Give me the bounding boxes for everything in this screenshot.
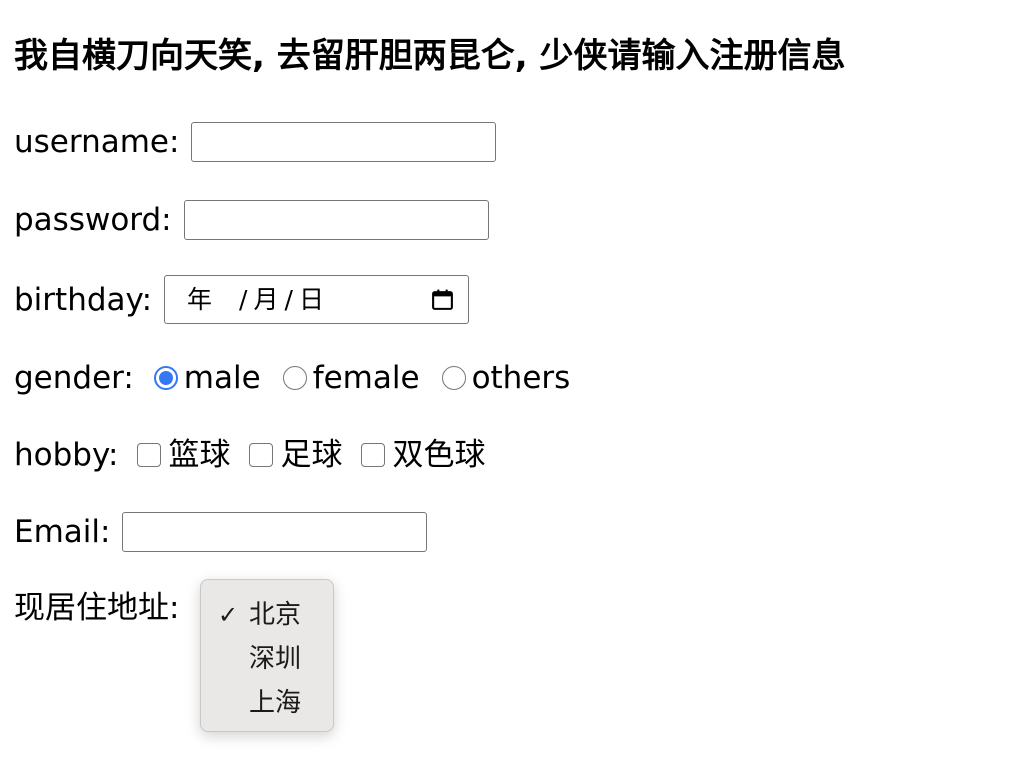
address-row: 现居住地址: [14,588,191,628]
email-label: Email: [14,514,111,550]
hobby-checkbox-lottery[interactable] [360,443,385,467]
registration-page: 我自横刀向天笑, 去留肝胆两昆仑, 少侠请输入注册信息 username: pa… [0,0,1014,762]
hobby-option-label: 篮球 [168,437,231,473]
calendar-icon[interactable] [430,287,455,312]
password-input[interactable] [183,200,489,240]
date-year-segment[interactable]: 年 [187,280,233,320]
address-option-beijing[interactable]: ✓ 北京 [201,593,333,637]
username-row: username: [14,122,497,162]
password-row: password: [14,200,489,240]
username-label: username: [14,124,180,160]
email-input[interactable] [122,512,428,552]
birthday-date-input[interactable]: 年 / 月 / 日 [164,275,470,324]
address-option-shanghai[interactable]: 上海 [201,681,333,725]
page-title: 我自横刀向天笑, 去留肝胆两昆仑, 少侠请输入注册信息 [14,36,846,76]
date-day-segment[interactable]: 日 [299,280,324,320]
gender-option-label: others [471,360,571,396]
birthday-label: birthday: [14,281,153,318]
address-label: 现居住地址: [14,590,180,626]
address-option-label: 深圳 [249,644,302,674]
date-separator: / [239,284,248,314]
hobby-label: hobby: [14,437,119,473]
address-option-label: 上海 [249,688,302,718]
hobby-option-label: 双色球 [392,437,486,473]
hobby-row: hobby: 篮球 足球 双色球 [14,435,508,475]
hobby-option-label: 足球 [280,437,343,473]
gender-option-label: female [312,360,420,396]
date-month-segment[interactable]: 月 [253,280,278,320]
gender-row: gender: male female others [14,358,592,398]
gender-radio-others[interactable] [441,366,466,390]
hobby-checkbox-football[interactable] [248,443,273,467]
gender-label: gender: [14,360,134,396]
gender-radio-male[interactable] [153,366,178,390]
checkmark-icon: ✓ [218,601,239,629]
password-label: password: [14,202,172,238]
address-option-label: 北京 [249,600,302,630]
address-option-shenzhen[interactable]: 深圳 [201,637,333,681]
address-select-dropdown[interactable]: ✓ 北京 深圳 上海 [200,579,334,732]
date-separator: / [284,284,293,314]
gender-radio-female[interactable] [282,366,307,390]
gender-option-label: male [183,360,261,396]
hobby-checkbox-basketball[interactable] [136,443,161,467]
username-input[interactable] [191,122,497,162]
email-row: Email: [14,512,428,552]
birthday-row: birthday: 年 / 月 / 日 [14,275,470,324]
